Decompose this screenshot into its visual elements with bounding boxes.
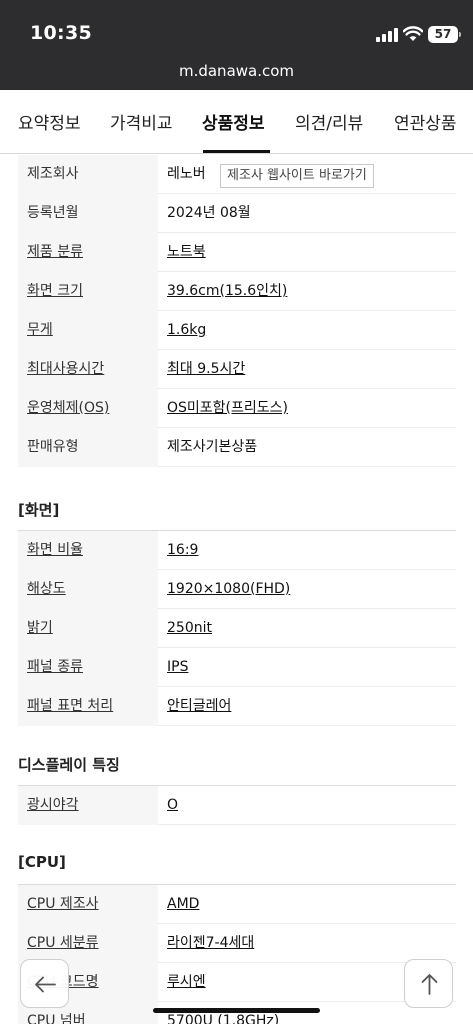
manufacturer-website-button[interactable]: 제조사 웹사이트 바로가기 bbox=[220, 164, 374, 188]
spec-row-resolution: 해상도 1920×1080(FHD) bbox=[18, 570, 456, 609]
spec-value-link[interactable]: 16:9 bbox=[167, 531, 198, 570]
tab-reviews[interactable]: 의견/리뷰 bbox=[295, 109, 363, 134]
spec-row-aspect-ratio: 화면 비율 16:9 bbox=[18, 531, 456, 570]
spec-row-category: 제품 분류 노트북 bbox=[18, 233, 456, 272]
spec-row-panel-surface: 패널 표면 처리 안티글레어 bbox=[18, 687, 456, 726]
spec-row-os: 운영체제(OS) OS미포함(프리도스) bbox=[18, 389, 456, 428]
cellular-signal-icon bbox=[376, 28, 400, 42]
spec-label-link[interactable]: 화면 크기 bbox=[18, 272, 158, 311]
spec-value-link[interactable]: 안티글레어 bbox=[167, 687, 231, 726]
spec-row-cpu-series: CPU 세분류 라이젠7-4세대 bbox=[18, 924, 456, 963]
spec-value-link[interactable]: AMD bbox=[167, 885, 199, 924]
spec-row-weight: 무게 1.6kg bbox=[18, 311, 456, 350]
spec-value-link[interactable]: 라이젠7-4세대 bbox=[167, 924, 254, 963]
spec-row-manufacturer: 제조회사 레노버 제조사 웹사이트 바로가기 bbox=[18, 155, 456, 194]
tab-product-info[interactable]: 상품정보 bbox=[202, 109, 265, 134]
spec-label-link[interactable]: 광시야각 bbox=[18, 786, 158, 825]
spec-row-battery-time: 최대사용시간 최대 9.5시간 bbox=[18, 350, 456, 389]
spec-value-link[interactable]: 250nit bbox=[167, 609, 212, 648]
spec-row-panel-type: 패널 종류 IPS bbox=[18, 648, 456, 687]
spec-label-link[interactable]: 화면 비율 bbox=[18, 531, 158, 570]
home-indicator bbox=[153, 1008, 320, 1013]
spec-label: 등록년월 bbox=[18, 194, 158, 233]
tab-price-compare[interactable]: 가격비교 bbox=[110, 109, 173, 134]
battery-icon: 57 bbox=[428, 26, 461, 43]
wifi-icon bbox=[403, 26, 423, 41]
spec-label-link[interactable]: 최대사용시간 bbox=[18, 350, 158, 389]
spec-label: 제조회사 bbox=[18, 155, 158, 194]
spec-label-link[interactable]: 패널 표면 처리 bbox=[18, 687, 158, 726]
status-time: 10:35 bbox=[30, 22, 92, 44]
spec-label-link[interactable]: 패널 종류 bbox=[18, 648, 158, 687]
section-title-cpu: [CPU] bbox=[18, 853, 66, 871]
spec-value-link[interactable]: 1.6kg bbox=[167, 311, 206, 350]
scroll-top-button[interactable] bbox=[404, 959, 453, 1008]
tab-summary[interactable]: 요약정보 bbox=[18, 109, 81, 134]
spec-row-screen-size: 화면 크기 39.6cm(15.6인치) bbox=[18, 272, 456, 311]
section-title-display-features: 디스플레이 특징 bbox=[18, 756, 120, 774]
spec-row-sales-type: 판매유형 제조사기본상품 bbox=[18, 428, 456, 467]
back-button[interactable] bbox=[20, 959, 69, 1008]
spec-row-cpu-maker: CPU 제조사 AMD bbox=[18, 885, 456, 924]
arrow-up-icon bbox=[421, 974, 438, 995]
spec-value-link[interactable]: 최대 9.5시간 bbox=[167, 350, 245, 389]
tab-related-products[interactable]: 연관상품 bbox=[394, 109, 457, 134]
spec-value-link[interactable]: O bbox=[167, 786, 178, 825]
spec-value-link[interactable]: 루시엔 bbox=[167, 963, 206, 1002]
spec-row-registered: 등록년월 2024년 08월 bbox=[18, 194, 456, 233]
spec-value-link[interactable]: 39.6cm(15.6인치) bbox=[167, 272, 287, 311]
spec-label-link[interactable]: CPU 세분류 bbox=[18, 924, 158, 963]
product-tab-bar: 요약정보 가격비교 상품정보 의견/리뷰 연관상품 bbox=[0, 90, 473, 154]
spec-row-cpu-codename: CPU 코드명 루시엔 bbox=[18, 963, 456, 1002]
spec-label-link[interactable]: 운영체제(OS) bbox=[18, 389, 158, 428]
spec-value-link[interactable]: OS미포함(프리도스) bbox=[167, 389, 288, 428]
section-title-screen: [화면] bbox=[18, 501, 60, 519]
spec-label-link[interactable]: 무게 bbox=[18, 311, 158, 350]
address-bar-url[interactable]: m.danawa.com bbox=[0, 62, 473, 80]
spec-value: 레노버 bbox=[167, 166, 206, 182]
spec-label: 판매유형 bbox=[18, 428, 158, 467]
arrow-left-icon bbox=[35, 976, 56, 993]
spec-label-link[interactable]: CPU 제조사 bbox=[18, 885, 158, 924]
spec-label-link[interactable]: 해상도 bbox=[18, 570, 158, 609]
spec-row-wide-viewing-angle: 광시야각 O bbox=[18, 786, 456, 825]
spec-label-link[interactable]: 밝기 bbox=[18, 609, 158, 648]
spec-value-link[interactable]: IPS bbox=[167, 648, 188, 687]
spec-row-brightness: 밝기 250nit bbox=[18, 609, 456, 648]
active-tab-indicator bbox=[203, 150, 270, 153]
spec-label-link[interactable]: 제품 분류 bbox=[18, 233, 158, 272]
spec-value: 제조사기본상품 bbox=[167, 439, 258, 455]
spec-row-cpu-number: CPU 넘버 5700U (1.8GHz) bbox=[18, 1002, 456, 1024]
spec-value-link[interactable]: 노트북 bbox=[167, 233, 206, 272]
spec-value: 2024년 08월 bbox=[167, 205, 251, 221]
spec-value-link[interactable]: 5700U (1.8GHz) bbox=[167, 1002, 279, 1024]
status-bar: 10:35 57 m.danawa.com bbox=[0, 0, 473, 90]
spec-value-link[interactable]: 1920×1080(FHD) bbox=[167, 570, 290, 609]
